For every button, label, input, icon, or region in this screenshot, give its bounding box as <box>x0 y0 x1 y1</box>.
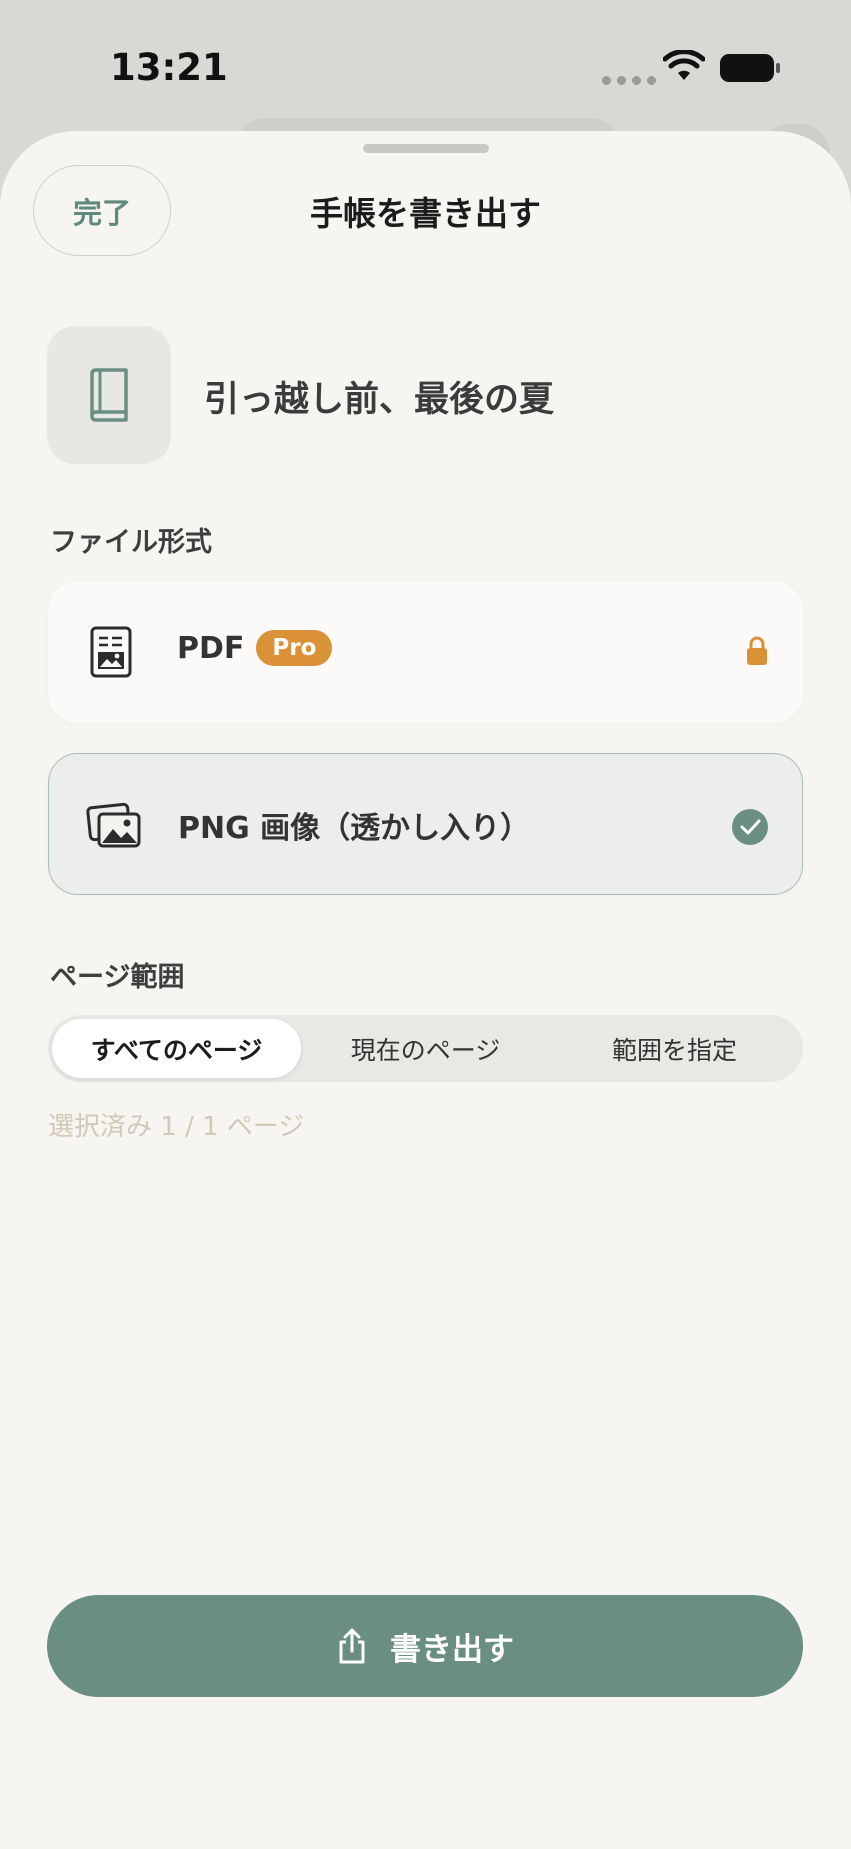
pdf-document-icon <box>90 626 132 678</box>
journal-thumbnail <box>47 326 171 464</box>
png-label: PNG 画像（透かし入り） <box>178 811 531 846</box>
format-option-label: PDF Pro <box>177 630 333 666</box>
share-icon <box>339 1628 365 1664</box>
checkmark-icon <box>732 809 768 845</box>
pro-badge: Pro <box>256 630 333 666</box>
book-icon <box>90 368 128 422</box>
status-bar: 13:21 <box>0 0 851 130</box>
sheet-title: 手帳を書き出す <box>310 194 541 233</box>
image-stack-icon <box>86 802 141 848</box>
segment-all-pages[interactable]: すべてのページ <box>52 1019 301 1078</box>
sheet-grabber[interactable] <box>363 144 489 153</box>
format-option-png[interactable]: PNG 画像（透かし入り） <box>48 753 803 895</box>
journal-name: 引っ越し前、最後の夏 <box>204 380 555 420</box>
segment-current-page[interactable]: 現在のページ <box>301 1019 550 1078</box>
page-range-segmented-control: すべてのページ 現在のページ 範囲を指定 <box>48 1015 803 1082</box>
pdf-label: PDF <box>177 630 245 666</box>
wifi-icon <box>663 50 705 80</box>
selected-page-count: 選択済み 1 / 1 ページ <box>48 1112 305 1142</box>
format-option-label: PNG 画像（透かし入り） <box>178 803 530 847</box>
status-time: 13:21 <box>110 46 228 89</box>
battery-icon <box>720 54 780 82</box>
export-label: 書き出す <box>390 1631 514 1668</box>
export-button[interactable]: 書き出す <box>47 1595 803 1697</box>
signal-dots-icon <box>602 76 656 85</box>
lock-icon <box>747 636 767 665</box>
file-format-label: ファイル形式 <box>50 527 212 558</box>
page-range-label: ページ範囲 <box>50 962 185 993</box>
segment-custom-range[interactable]: 範囲を指定 <box>550 1019 799 1078</box>
format-option-pdf[interactable]: PDF Pro <box>48 581 803 723</box>
export-sheet: 完了 手帳を書き出す 引っ越し前、最後の夏 ファイル形式 PDF Pro PNG… <box>0 131 851 1849</box>
